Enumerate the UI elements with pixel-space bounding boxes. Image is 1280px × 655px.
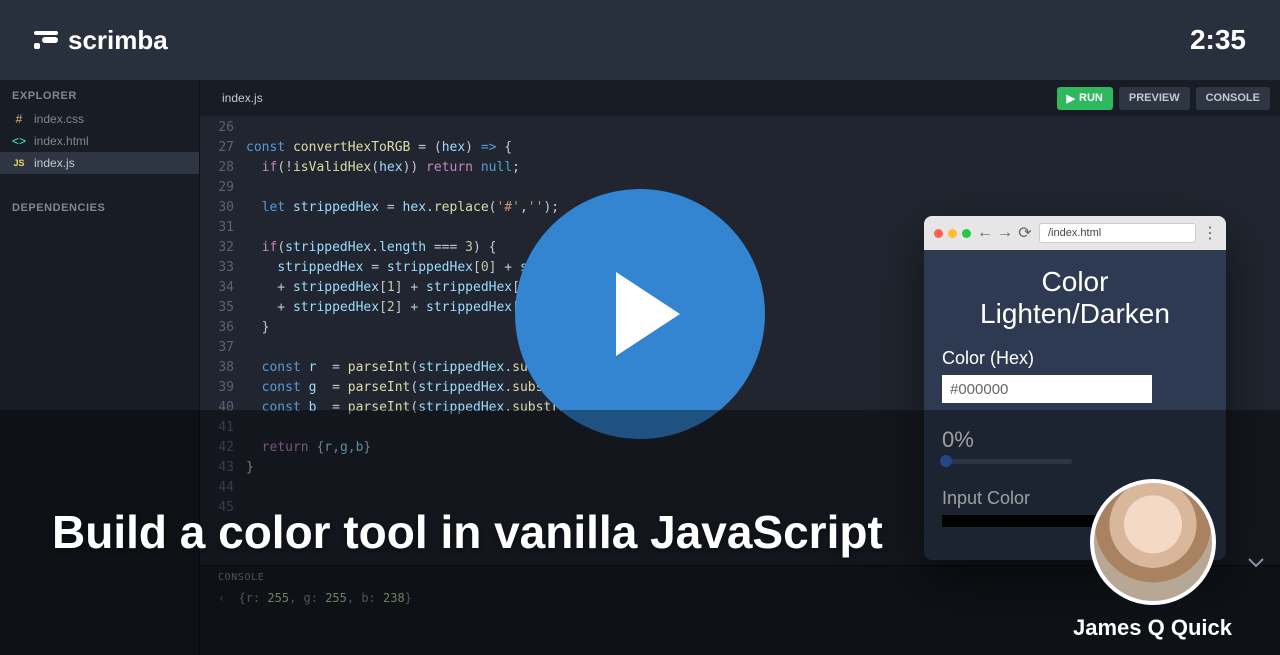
percent-slider[interactable] <box>942 459 1072 464</box>
play-icon <box>616 272 680 356</box>
play-button[interactable] <box>515 189 765 439</box>
maximize-dot-icon[interactable] <box>962 229 971 238</box>
run-label: RUN <box>1079 92 1103 104</box>
brand-logo[interactable]: scrimba <box>34 25 168 56</box>
editor-toolbar: index.js ▶ RUN PREVIEW CONSOLE <box>200 80 1280 116</box>
preview-button[interactable]: PREVIEW <box>1119 87 1190 110</box>
lesson-timer: 2:35 <box>1190 24 1246 56</box>
code-line: 30 let strippedHex = hex.replace('#','')… <box>200 198 1280 218</box>
color-input-label: Color (Hex) <box>942 348 1208 369</box>
reload-icon[interactable]: ⟳ <box>1019 223 1031 243</box>
lesson-title: Build a color tool in vanilla JavaScript <box>52 505 883 559</box>
brand-name: scrimba <box>68 25 168 56</box>
logo-icon <box>34 31 58 49</box>
console-arrow-icon: ‹ <box>218 591 225 605</box>
percent-value: 0% <box>942 427 1208 453</box>
play-icon: ▶ <box>1067 92 1075 105</box>
menu-icon[interactable]: ⋮ <box>1204 223 1216 243</box>
color-input-value: #000000 <box>950 381 1008 398</box>
minimize-dot-icon[interactable] <box>948 229 957 238</box>
author-name: James Q Quick <box>1073 615 1232 641</box>
url-bar[interactable]: /index.html <box>1039 223 1196 243</box>
app-title-line1: Color <box>942 266 1208 298</box>
file-item-html[interactable]: <> index.html <box>0 130 199 152</box>
file-item-js[interactable]: JS index.js <box>0 152 199 174</box>
window-controls <box>934 229 971 238</box>
file-label: index.html <box>34 134 89 148</box>
code-line: 28 if(!isValidHex(hex)) return null; <box>200 158 1280 178</box>
html-icon: <> <box>12 134 26 148</box>
author-block[interactable]: James Q Quick <box>1073 479 1232 641</box>
url-text: /index.html <box>1048 227 1101 239</box>
app-title: Color Lighten/Darken <box>942 266 1208 330</box>
code-line: 29 <box>200 178 1280 198</box>
js-icon: JS <box>12 158 26 168</box>
file-label: index.css <box>34 112 84 126</box>
author-avatar <box>1090 479 1216 605</box>
console-button[interactable]: CONSOLE <box>1196 87 1270 110</box>
color-input[interactable]: #000000 <box>942 375 1152 403</box>
app-header: scrimba 2:35 <box>0 0 1280 80</box>
action-buttons: ▶ RUN PREVIEW CONSOLE <box>1057 87 1270 110</box>
preview-chrome-bar: ← → ⟳ /index.html ⋮ <box>924 216 1226 250</box>
back-icon[interactable]: ← <box>979 224 991 242</box>
dependencies-header: DEPENDENCIES <box>0 192 199 220</box>
file-label: index.js <box>34 156 75 170</box>
file-item-css[interactable]: # index.css <box>0 108 199 130</box>
code-line: 27const convertHexToRGB = (hex) => { <box>200 138 1280 158</box>
run-button[interactable]: ▶ RUN <box>1057 87 1113 110</box>
app-title-line2: Lighten/Darken <box>942 298 1208 330</box>
close-dot-icon[interactable] <box>934 229 943 238</box>
css-icon: # <box>12 112 26 126</box>
chevron-down-icon[interactable] <box>1248 555 1264 573</box>
editor-tab-indexjs[interactable]: index.js <box>210 91 275 105</box>
forward-icon[interactable]: → <box>999 224 1011 242</box>
code-line: 26 <box>200 118 1280 138</box>
sidebar: EXPLORER # index.css <> index.html JS in… <box>0 80 200 655</box>
explorer-header: EXPLORER <box>0 80 199 108</box>
